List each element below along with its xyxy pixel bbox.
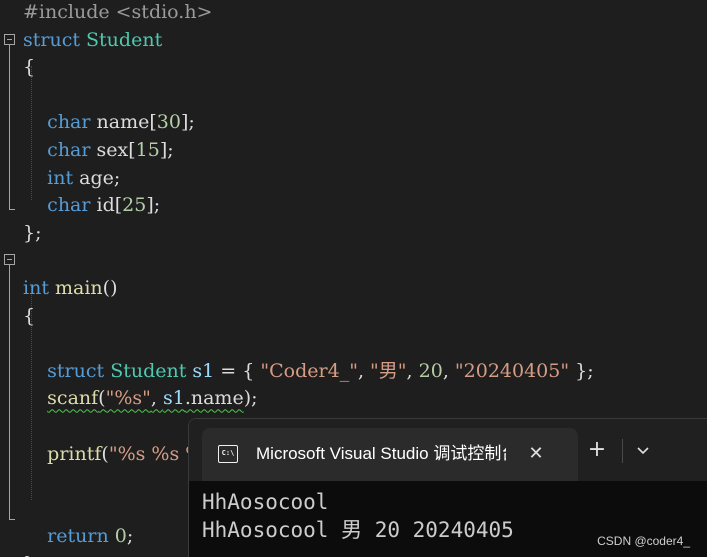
code-token: 0 [114, 525, 127, 548]
code-line[interactable]: char id[25]; [23, 192, 160, 219]
code-token: struct [47, 359, 105, 382]
code-line[interactable]: }; [23, 220, 42, 247]
code-line[interactable]: { [23, 303, 35, 330]
fold-guide-main-end [9, 519, 15, 520]
code-token: ( [98, 387, 106, 410]
code-token: , [150, 387, 163, 410]
code-token: 25 [122, 194, 147, 217]
code-token: 30 [156, 111, 181, 134]
code-line[interactable]: #include <stdio.h> [23, 0, 212, 26]
code-line[interactable]: struct Student s1 = { "Coder4_", "男", 20… [23, 358, 594, 385]
code-token: ]; [180, 111, 195, 134]
code-token: } [23, 553, 35, 557]
code-token: return [47, 525, 109, 548]
code-token: ( [101, 442, 109, 465]
code-token: "Coder4_" [260, 359, 358, 382]
watermark: CSDN @coder4_ [597, 534, 690, 548]
code-token: ]; [159, 139, 174, 161]
code-token: #include <stdio.h> [23, 1, 213, 23]
code-line[interactable]: char name[30]; [23, 109, 195, 136]
code-token: char [47, 194, 91, 217]
code-line[interactable]: { [23, 54, 35, 81]
code-token: scanf [47, 387, 99, 410]
console-tab-title: Microsoft Visual Studio 调试控制台 [256, 444, 506, 463]
terminal-icon: C:\ [218, 445, 238, 463]
fold-guide-struct-end [9, 209, 15, 210]
code-line[interactable]: } [23, 551, 35, 557]
code-line[interactable]: int main() [23, 275, 118, 302]
code-token: .name [184, 387, 244, 410]
code-token: char [47, 139, 91, 161]
code-token: = { [214, 359, 261, 382]
console-output-line-1: HhAosocool [202, 490, 329, 514]
collapse-main-icon[interactable] [4, 254, 15, 265]
code-token: Student [86, 28, 163, 51]
chevron-down-icon[interactable] [631, 438, 655, 462]
fold-guide-struct [9, 45, 10, 209]
code-token: , [442, 359, 455, 382]
code-token: age; [73, 166, 121, 189]
code-token: s1 [162, 387, 185, 410]
code-token: { [23, 56, 36, 79]
code-token: ]; [146, 194, 161, 217]
code-token: 20 [418, 359, 443, 382]
console-tab[interactable]: C:\ Microsoft Visual Studio 调试控制台 ✕ [202, 428, 578, 481]
close-icon[interactable]: ✕ [524, 442, 548, 466]
plus-icon[interactable]: + [585, 438, 609, 462]
code-token: ); [243, 387, 258, 410]
code-token: "男" [370, 359, 407, 382]
code-token: "%s" [105, 387, 151, 410]
code-token: ; [126, 525, 134, 548]
code-token: char [47, 111, 91, 134]
code-line[interactable]: scanf("%s", s1.name); [23, 385, 258, 412]
code-token: int [47, 166, 74, 189]
code-token: main [55, 277, 103, 299]
code-token: , [406, 359, 419, 382]
code-token: s1 [192, 359, 215, 382]
titlebar-divider [622, 439, 623, 463]
code-token: 15 [135, 139, 160, 161]
code-token: () [102, 277, 118, 299]
code-token: { [23, 304, 36, 327]
fold-guide-main [9, 265, 10, 519]
code-token: }; [23, 221, 42, 244]
code-token: printf [47, 442, 102, 465]
code-token: Student [110, 359, 187, 382]
code-token: "20240405" [454, 359, 570, 382]
code-token: int [23, 277, 49, 299]
code-token: sex[ [90, 139, 136, 161]
code-line[interactable]: return 0; [23, 523, 133, 550]
code-token: struct [23, 28, 80, 51]
code-token: }; [569, 359, 594, 382]
code-token: , [357, 359, 371, 382]
code-token: id[ [90, 194, 123, 217]
collapse-struct-icon[interactable] [4, 34, 15, 45]
code-line[interactable]: struct Student [23, 27, 162, 54]
code-token: name[ [90, 111, 157, 134]
console-titlebar[interactable]: C:\ Microsoft Visual Studio 调试控制台 ✕ + [189, 419, 707, 481]
code-line[interactable]: char sex[15]; [23, 137, 174, 164]
code-line[interactable]: int age; [23, 165, 120, 192]
